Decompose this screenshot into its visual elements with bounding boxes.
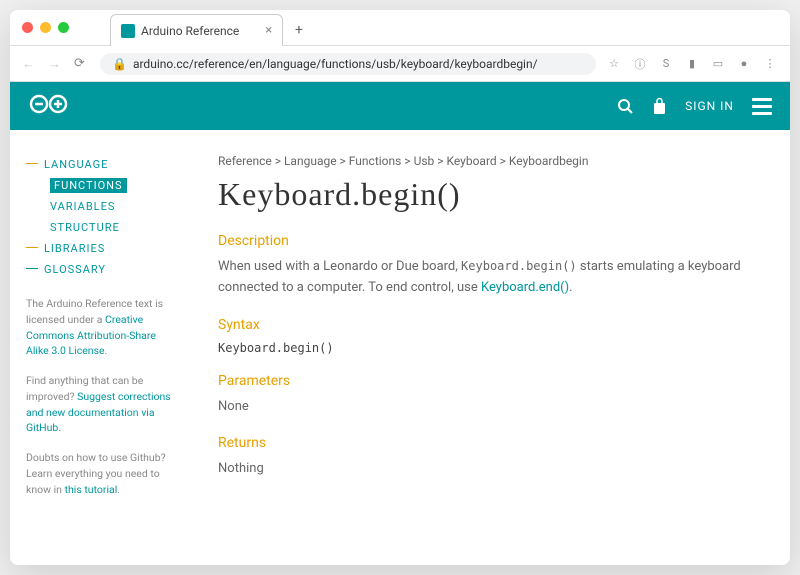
extension-icon-2[interactable]: ▮ xyxy=(684,56,700,72)
returns-heading: Returns xyxy=(218,435,762,451)
browser-window: Arduino Reference × + ← → ⟳ 🔒 arduino.cc… xyxy=(10,10,790,565)
cart-icon[interactable] xyxy=(652,98,667,115)
sidebar-item-libraries[interactable]: LIBRARIES xyxy=(26,238,174,259)
sidebar-item-variables[interactable]: VARIABLES xyxy=(32,196,174,217)
site-header: SIGN IN xyxy=(10,82,790,130)
page-content: LANGUAGE FUNCTIONS VARIABLES STRUCTURE L… xyxy=(10,130,790,565)
arduino-logo-icon[interactable] xyxy=(28,93,76,119)
sidebar-improve-note: Find anything that can be improved? Sugg… xyxy=(26,373,174,436)
parameters-heading: Parameters xyxy=(218,373,762,389)
titlebar: Arduino Reference × + xyxy=(10,10,790,46)
address-bar-row: ← → ⟳ 🔒 arduino.cc/reference/en/language… xyxy=(10,46,790,82)
extension-icon-3[interactable]: ▭ xyxy=(710,56,726,72)
tab-title: Arduino Reference xyxy=(141,24,239,38)
info-icon[interactable]: ⓘ xyxy=(632,56,648,72)
sign-in-link[interactable]: SIGN IN xyxy=(685,99,734,113)
address-bar[interactable]: 🔒 arduino.cc/reference/en/language/funct… xyxy=(100,53,596,75)
browser-tab[interactable]: Arduino Reference × xyxy=(110,14,283,46)
breadcrumb: Reference > Language > Functions > Usb >… xyxy=(218,154,762,168)
syntax-code: Keyboard.begin() xyxy=(218,341,762,355)
sidebar-nav: LANGUAGE FUNCTIONS VARIABLES STRUCTURE L… xyxy=(26,154,174,280)
maximize-window-button[interactable] xyxy=(58,22,69,33)
sidebar-item-functions[interactable]: FUNCTIONS xyxy=(32,175,174,196)
main-article: Reference > Language > Functions > Usb >… xyxy=(190,130,790,565)
minimize-window-button[interactable] xyxy=(40,22,51,33)
url-text: arduino.cc/reference/en/language/functio… xyxy=(133,57,538,71)
close-window-button[interactable] xyxy=(22,22,33,33)
lock-icon: 🔒 xyxy=(112,57,127,71)
syntax-heading: Syntax xyxy=(218,317,762,333)
window-controls xyxy=(22,22,69,33)
search-icon[interactable] xyxy=(617,98,634,115)
profile-avatar-icon[interactable]: ● xyxy=(736,56,752,72)
returns-value: Nothing xyxy=(218,459,762,480)
tab-close-icon[interactable]: × xyxy=(265,23,272,38)
star-icon[interactable]: ☆ xyxy=(606,56,622,72)
new-tab-button[interactable]: + xyxy=(295,22,303,38)
description-text: When used with a Leonardo or Due board, … xyxy=(218,257,762,299)
tutorial-link[interactable]: this tutorial xyxy=(65,483,118,496)
sidebar-item-structure[interactable]: STRUCTURE xyxy=(32,217,174,238)
reload-button[interactable]: ⟳ xyxy=(74,56,90,71)
sidebar-github-note: Doubts on how to use Github? Learn every… xyxy=(26,450,174,497)
menu-icon[interactable] xyxy=(752,98,772,115)
favicon-icon xyxy=(121,24,135,38)
extension-icon-1[interactable]: S xyxy=(658,56,674,72)
sidebar-item-language[interactable]: LANGUAGE xyxy=(26,154,174,175)
forward-button[interactable]: → xyxy=(48,56,64,72)
sidebar-item-glossary[interactable]: GLOSSARY xyxy=(26,259,174,280)
page-title: Keyboard.begin() xyxy=(218,176,762,213)
sidebar: LANGUAGE FUNCTIONS VARIABLES STRUCTURE L… xyxy=(10,130,190,565)
description-heading: Description xyxy=(218,233,762,249)
sidebar-license-note: The Arduino Reference text is licensed u… xyxy=(26,296,174,359)
browser-menu-icon[interactable]: ⋮ xyxy=(762,56,778,72)
keyboard-end-link[interactable]: Keyboard.end() xyxy=(481,280,569,295)
parameters-value: None xyxy=(218,397,762,418)
back-button[interactable]: ← xyxy=(22,56,38,72)
